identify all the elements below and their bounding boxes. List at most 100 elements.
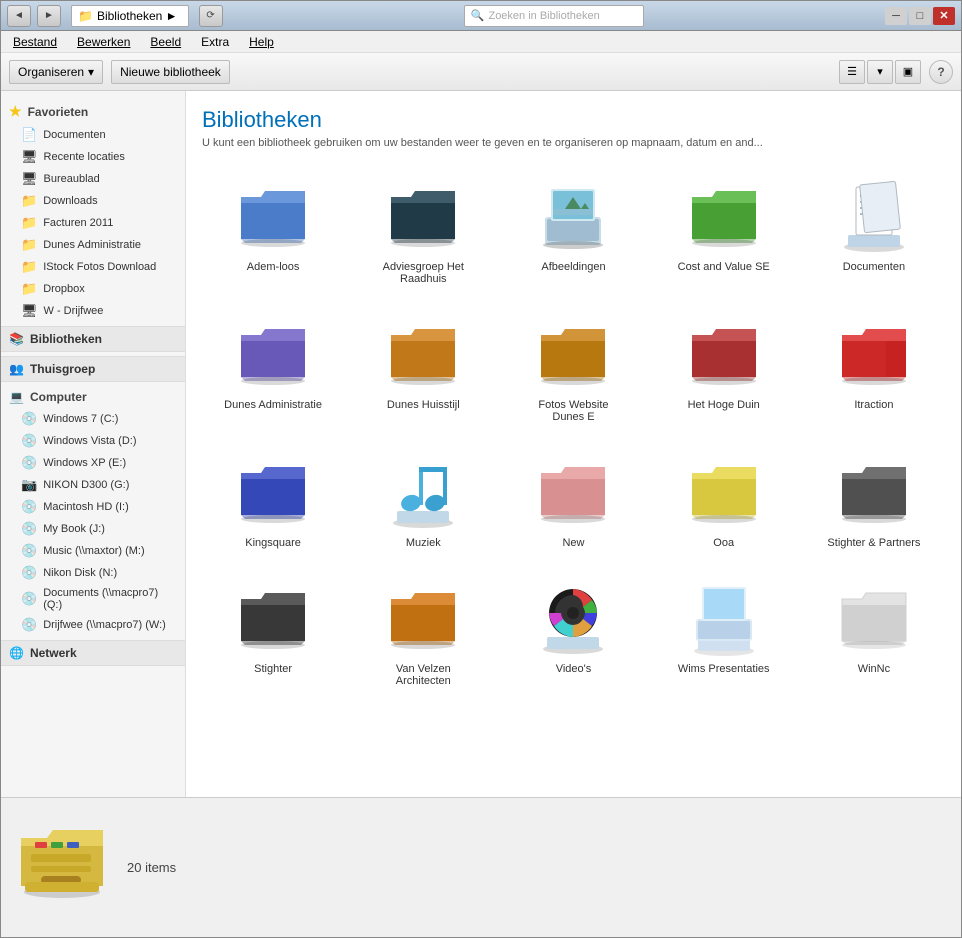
sidebar-item-recente[interactable]: 🖥 Recente locaties [1,146,185,168]
sidebar-item-docs-q[interactable]: 💿 Documents (\\macpro7) (Q:) [1,584,185,614]
back-button[interactable]: ◄ [7,5,31,27]
lib-item-van-velzen[interactable]: Van Velzen Architecten [352,571,494,693]
recent-icon: 🖥 [21,149,38,165]
close-button[interactable]: ✕ [933,7,955,25]
item-label: Van Velzen Architecten [373,663,473,687]
sidebar-item-documenten[interactable]: 📄 Documenten [1,124,185,146]
folder-red-icon [834,313,914,393]
sidebar-item-label: Windows 7 (C:) [43,413,118,425]
view-list-button[interactable]: ☰ [839,60,865,84]
view-dropdown-button[interactable]: ▾ [867,60,893,84]
menu-bestand[interactable]: Bestand [9,33,61,51]
search-placeholder: Zoeken in Bibliotheken [488,10,599,22]
sidebar-thuisgroep-section[interactable]: 👥 Thuisgroep [1,356,185,382]
items-grid: Adem-loos Adviesgroep Het Raadhuis [202,169,945,693]
sidebar-favorites-header[interactable]: ★ Favorieten [1,99,185,124]
sidebar-item-bureaublad[interactable]: 🖥 Bureaublad [1,168,185,190]
mac-i-icon: 💿 [21,499,37,515]
sidebar-item-winxp[interactable]: 💿 Windows XP (E:) [1,452,185,474]
item-label: Cost and Value SE [678,261,770,273]
nikon-g-icon: 📷 [21,477,37,493]
sidebar-item-label: Music (\\maxtor) (M:) [43,545,144,557]
sidebar-item-facturen[interactable]: 📁 Facturen 2011 [1,212,185,234]
sidebar-item-dropbox[interactable]: 📁 Dropbox [1,278,185,300]
sidebar-item-label: Windows Vista (D:) [43,435,136,447]
sidebar-item-win7[interactable]: 💿 Windows 7 (C:) [1,408,185,430]
lib-item-wims[interactable]: Wims Presentaties [653,571,795,693]
lib-item-afbeeldingen[interactable]: Afbeeldingen [502,169,644,291]
sidebar-item-dunes-admin[interactable]: 📁 Dunes Administratie [1,234,185,256]
sidebar-libraries-section[interactable]: 📚 Bibliotheken [1,326,185,352]
menu-help[interactable]: Help [245,33,278,51]
nikon-n-icon: 💿 [21,565,37,581]
item-label: New [562,537,584,549]
window-controls: ─ □ ✕ [885,7,955,25]
lib-item-adem-loos[interactable]: Adem-loos [202,169,344,291]
item-label: Stighter & Partners [827,537,920,549]
sidebar-item-mac-i[interactable]: 💿 Macintosh HD (I:) [1,496,185,518]
new-library-button[interactable]: Nieuwe bibliotheek [111,60,230,84]
sidebar-item-nikon-g[interactable]: 📷 NIKON D300 (G:) [1,474,185,496]
item-label: Documenten [843,261,905,273]
sidebar-item-winvista[interactable]: 💿 Windows Vista (D:) [1,430,185,452]
sidebar-computer-header[interactable]: 💻 Computer [1,386,185,408]
sidebar-item-istock[interactable]: 📁 IStock Fotos Download [1,256,185,278]
lib-item-het-hoge-duin[interactable]: Het Hoge Duin [653,307,795,429]
menu-bewerken[interactable]: Bewerken [73,33,134,51]
dropbox-icon: 📁 [21,281,37,297]
folder-blue2-icon [233,451,313,531]
folder-dark2-icon [233,577,313,657]
item-label: Kingsquare [245,537,301,549]
lib-item-adviesgroep[interactable]: Adviesgroep Het Raadhuis [352,169,494,291]
lib-item-dunes-huisstijl[interactable]: Dunes Huisstijl [352,307,494,429]
lib-item-itraction[interactable]: Itraction [803,307,945,429]
star-icon: ★ [9,103,22,120]
sidebar-netwerk-section[interactable]: 🌐 Netwerk [1,640,185,666]
lib-item-winnc[interactable]: WinNc [803,571,945,693]
lib-item-muziek[interactable]: Muziek [352,445,494,555]
lib-item-cost-value[interactable]: Cost and Value SE [653,169,795,291]
sidebar-item-drijfwee-w[interactable]: 💿 Drijfwee (\\macpro7) (W:) [1,614,185,636]
maximize-button[interactable]: □ [909,7,931,25]
lib-item-kingsquare[interactable]: Kingsquare [202,445,344,555]
organize-button[interactable]: Organiseren ▾ [9,60,103,84]
view-pane-button[interactable]: ▣ [895,60,921,84]
refresh-button[interactable]: ⟳ [199,5,223,27]
lib-item-new[interactable]: New [502,445,644,555]
computer-label: Computer [30,390,87,404]
folder-pictures-icon [533,175,613,255]
menu-extra[interactable]: Extra [197,33,233,51]
sidebar-item-label: Downloads [43,195,97,207]
sidebar-item-downloads[interactable]: 📁 Downloads [1,190,185,212]
lib-item-documenten[interactable]: Documenten [803,169,945,291]
sidebar-item-mybook[interactable]: 💿 My Book (J:) [1,518,185,540]
content-title: Bibliotheken [202,107,945,133]
minimize-button[interactable]: ─ [885,7,907,25]
item-label: Stighter [254,663,292,675]
sidebar-item-label: Facturen 2011 [43,217,113,229]
lib-item-ooa[interactable]: Ooa [653,445,795,555]
folder-teal-icon [383,175,463,255]
lib-item-videos[interactable]: Video's [502,571,644,693]
forward-button[interactable]: ► [37,5,61,27]
sidebar-item-label: W - Drijfwee [44,305,104,317]
breadcrumb-bar[interactable]: 📁 Bibliotheken ► [71,5,189,27]
lib-item-stighter-partners[interactable]: Stighter & Partners [803,445,945,555]
organize-arrow-icon: ▾ [88,65,94,79]
sidebar-item-label: Macintosh HD (I:) [43,501,129,513]
folder-video-icon [533,577,613,657]
sidebar-item-label: Bureaublad [44,173,100,185]
sidebar-item-music-m[interactable]: 💿 Music (\\maxtor) (M:) [1,540,185,562]
sidebar-item-drijfwee[interactable]: 🖥 W - Drijfwee [1,300,185,322]
lib-item-fotos-website[interactable]: Fotos Website Dunes E [502,307,644,429]
sidebar-item-label: Dropbox [43,283,85,295]
lib-item-stighter[interactable]: Stighter [202,571,344,693]
folder-yellow-icon [684,451,764,531]
lib-item-dunes-admin[interactable]: Dunes Administratie [202,307,344,429]
sidebar-item-nikon-n[interactable]: 💿 Nikon Disk (N:) [1,562,185,584]
search-bar[interactable]: 🔍 Zoeken in Bibliotheken [464,5,644,27]
menu-beeld[interactable]: Beeld [146,33,185,51]
help-button[interactable]: ? [929,60,953,84]
item-label: WinNc [858,663,890,675]
item-label: Fotos Website Dunes E [523,399,623,423]
